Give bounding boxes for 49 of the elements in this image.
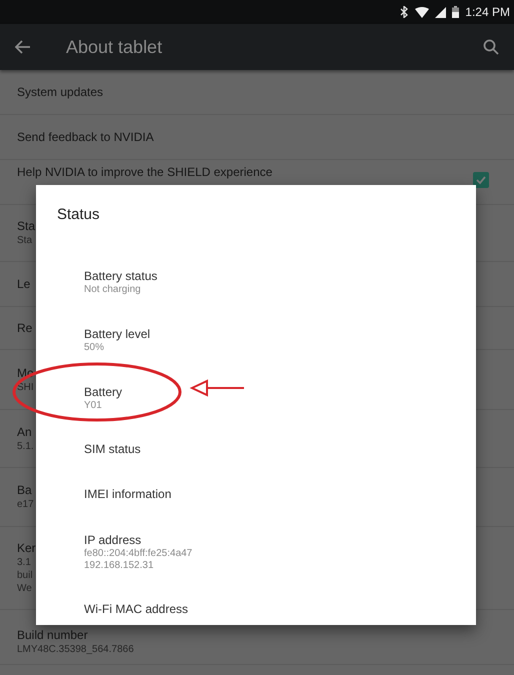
setting-title: Le: [17, 276, 30, 292]
status-item-title: IP address: [84, 532, 142, 548]
toolbar-title: About tablet: [66, 36, 162, 58]
pointer-arrow: [190, 379, 244, 397]
setting-summary: SHI: [17, 380, 34, 394]
back-arrow-icon[interactable]: [15, 40, 31, 54]
status-item-value: Y01: [84, 400, 102, 412]
setting-title: Ba: [17, 483, 32, 498]
status-item[interactable]: Battery level 50%: [36, 311, 476, 369]
status-item-value: 50%: [84, 342, 104, 354]
setting-summary: 5.1.: [17, 440, 34, 452]
setting-title: System updates: [17, 84, 104, 100]
signal-icon: [435, 6, 446, 18]
status-item-title: Wi-Fi MAC address: [84, 602, 188, 617]
status-item[interactable]: Battery Y01: [36, 369, 476, 427]
setting-title: Re: [17, 320, 32, 336]
clock: 1:24 PM: [465, 4, 510, 21]
setting-title: Help NVIDIA to improve the SHIELD experience: [17, 165, 272, 180]
status-item-title: Battery level: [84, 326, 150, 342]
setting-summary: LMY48C.35398_564.7866: [17, 643, 134, 656]
setting-title: An: [17, 424, 32, 440]
bluetooth-icon: [400, 6, 410, 18]
setting-summary: Sta: [17, 234, 32, 247]
setting-summary: We: [17, 582, 32, 595]
checkbox[interactable]: [473, 172, 489, 188]
status-item-title: Battery: [84, 384, 122, 400]
search-icon[interactable]: [483, 39, 499, 55]
check-icon: [475, 174, 487, 186]
status-item[interactable]: IP address fe80::204:4bff:fe25:4a47 192.168.152.31: [36, 517, 476, 587]
setting-summary: e17: [17, 498, 34, 511]
setting-title: Ker: [17, 541, 36, 556]
setting-summary: buil: [17, 569, 33, 582]
status-item-value: Not charging: [84, 284, 141, 296]
setting-title: Send feedback to NVIDIA: [17, 130, 154, 144]
wifi-icon: [415, 6, 430, 18]
status-item-title: Battery status: [84, 268, 158, 284]
status-item-title: SIM status: [84, 442, 141, 457]
status-item-value: 192.168.152.31: [84, 560, 154, 572]
status-item-title: IMEI information: [84, 487, 172, 502]
dialog-title: Status: [57, 205, 100, 225]
battery-icon: [452, 6, 460, 18]
status-item[interactable]: Battery status Not charging: [36, 253, 476, 311]
setting-title: Sta: [17, 219, 36, 234]
setting-summary: 3.1: [17, 556, 31, 569]
status-item[interactable]: SIM status: [36, 427, 476, 472]
status-item-value: fe80::204:4bff:fe25:4a47: [84, 548, 192, 560]
setting-title: Build number: [17, 628, 88, 643]
status-item[interactable]: IMEI information: [36, 472, 476, 517]
status-item[interactable]: Wi-Fi MAC address: [36, 587, 476, 625]
